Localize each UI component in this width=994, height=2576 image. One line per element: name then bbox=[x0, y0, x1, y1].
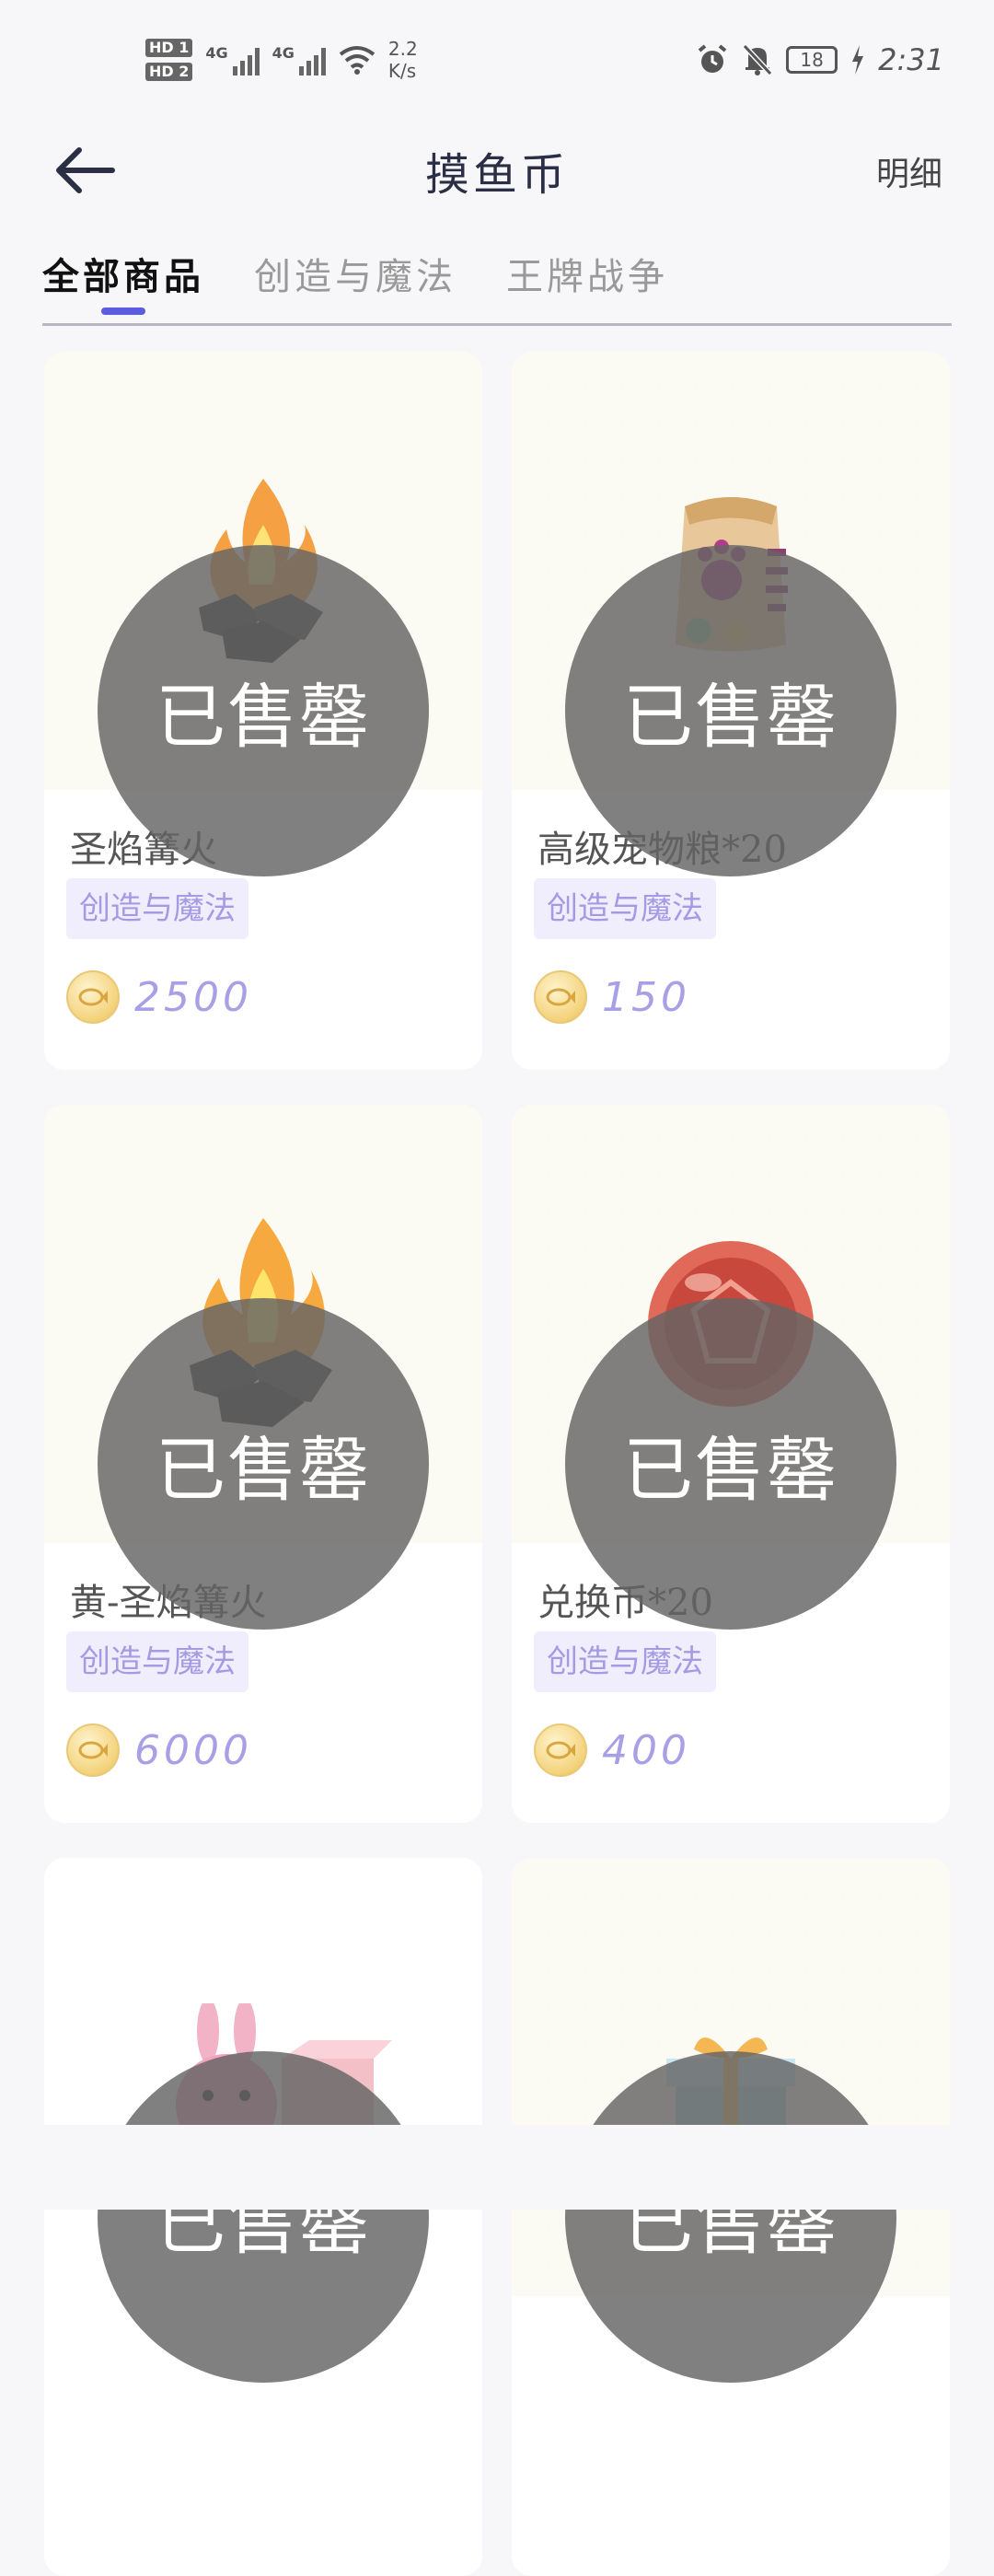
product-card[interactable]: 已售罄 bbox=[512, 1858, 950, 2576]
signal2-icon: 4G bbox=[272, 44, 326, 75]
fish-coin-icon bbox=[66, 1723, 120, 1777]
product-card[interactable]: 已售罄 bbox=[44, 1858, 482, 2576]
product-tag: 创造与魔法 bbox=[534, 1631, 716, 1692]
app-header: 摸鱼币 明细 bbox=[0, 120, 994, 221]
tab-ace-war[interactable]: 王牌战争 bbox=[506, 247, 668, 317]
fish-coin-icon bbox=[534, 970, 587, 1024]
fish-coin-icon bbox=[534, 1723, 587, 1777]
product-card[interactable]: 兑换币*20 创造与魔法 400 已售罄 bbox=[512, 1105, 950, 1823]
detail-link[interactable]: 明细 bbox=[876, 147, 942, 195]
product-price: 400 bbox=[602, 1726, 690, 1774]
product-price: 2500 bbox=[134, 973, 252, 1021]
bottom-nav-area bbox=[0, 2125, 994, 2210]
sold-out-overlay: 已售罄 bbox=[565, 545, 896, 876]
tab-label: 创造与魔法 bbox=[254, 256, 457, 298]
product-price: 6000 bbox=[134, 1726, 252, 1774]
charging-icon bbox=[852, 45, 864, 75]
hd-badges: HD 1 HD 2 bbox=[145, 39, 193, 81]
sold-out-overlay: 已售罄 bbox=[98, 1298, 429, 1630]
tab-all-products[interactable]: 全部商品 bbox=[42, 247, 204, 317]
clock-time: 2:31 bbox=[878, 42, 944, 77]
back-button[interactable] bbox=[48, 138, 121, 203]
product-tag: 创造与魔法 bbox=[534, 878, 716, 939]
product-card[interactable]: 高级宠物粮*20 创造与魔法 150 已售罄 bbox=[512, 352, 950, 1070]
category-tabs: 全部商品 创造与魔法 王牌战争 bbox=[42, 238, 952, 326]
fish-coin-icon bbox=[66, 970, 120, 1024]
product-price: 150 bbox=[602, 973, 690, 1021]
price-row: 400 bbox=[534, 1723, 690, 1777]
network2-label: 4G bbox=[272, 44, 295, 62]
price-row: 6000 bbox=[66, 1723, 252, 1777]
signal1-icon: 4G bbox=[205, 44, 260, 75]
product-tag: 创造与魔法 bbox=[66, 878, 248, 939]
battery-icon: 18 bbox=[786, 46, 838, 74]
price-row: 150 bbox=[534, 970, 690, 1024]
network1-label: 4G bbox=[205, 44, 228, 62]
product-grid: 圣焰篝火 创造与魔法 2500 已售罄 高级宠物粮*20 创造与魔法 bbox=[44, 352, 950, 2576]
speed-value: 2.2 bbox=[387, 38, 418, 60]
tab-create-magic[interactable]: 创造与魔法 bbox=[254, 247, 457, 317]
arrow-left-icon bbox=[56, 147, 115, 193]
mute-bell-icon bbox=[742, 43, 773, 76]
sold-out-overlay: 已售罄 bbox=[565, 2051, 896, 2383]
status-left: HD 1 HD 2 4G 4G 2.2 K/s bbox=[145, 38, 418, 82]
product-card[interactable]: 圣焰篝火 创造与魔法 2500 已售罄 bbox=[44, 352, 482, 1070]
tab-label: 全部商品 bbox=[42, 255, 204, 298]
wifi-icon bbox=[339, 46, 376, 75]
product-tag: 创造与魔法 bbox=[66, 1631, 248, 1692]
hd1-badge: HD 1 bbox=[145, 39, 193, 57]
sold-out-overlay: 已售罄 bbox=[98, 545, 429, 876]
status-right: 18 2:31 bbox=[696, 42, 944, 77]
speed-unit: K/s bbox=[387, 60, 417, 82]
network-speed: 2.2 K/s bbox=[388, 38, 418, 82]
hd2-badge: HD 2 bbox=[145, 63, 193, 81]
page-title: 摸鱼币 bbox=[424, 149, 569, 201]
sold-out-overlay: 已售罄 bbox=[565, 1298, 896, 1630]
active-tab-indicator bbox=[101, 307, 145, 315]
price-row: 2500 bbox=[66, 970, 252, 1024]
tab-label: 王牌战争 bbox=[506, 256, 668, 298]
status-bar: HD 1 HD 2 4G 4G 2.2 K/s 18 2:31 bbox=[0, 0, 994, 120]
alarm-icon bbox=[698, 44, 727, 73]
sold-out-overlay: 已售罄 bbox=[98, 2051, 429, 2383]
product-card[interactable]: 黄-圣焰篝火 创造与魔法 6000 已售罄 bbox=[44, 1105, 482, 1823]
